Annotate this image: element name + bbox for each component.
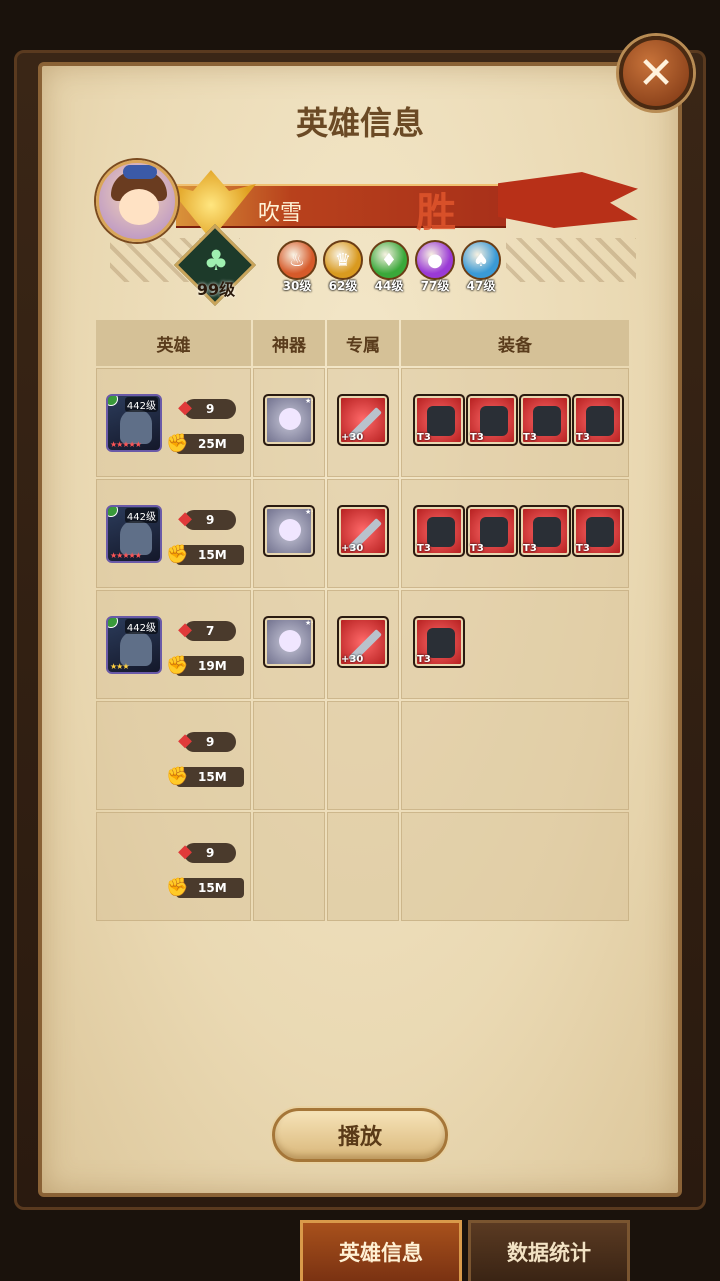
hero-portrait[interactable]: 442级 ★★★ [106,616,162,674]
equipment-tier: T3 [470,432,484,443]
hero-cell [96,812,251,921]
flame-icon: ♨ [277,240,317,280]
equipment-tier: T3 [417,654,431,665]
hero-cell [96,701,251,810]
hero-level: 442级 [124,508,158,523]
faction-level: 30级 [282,279,312,293]
equipment-item[interactable]: T3 [519,394,571,446]
artifact-item[interactable]: ★★★★ [263,616,315,668]
exclusive-item[interactable]: +30 [337,616,389,668]
equipment-tier: T3 [523,543,537,554]
gem-icon: ◆ [178,730,192,751]
crown-icon: ♛ [323,240,363,280]
tree-icon: ♣ [203,244,229,277]
fist-power-icon: ✊ [166,766,189,787]
play-button[interactable]: 播放 [272,1108,448,1162]
equipment-tier: T3 [417,432,431,443]
hero-level: 442级 [124,619,158,634]
equipment-item[interactable]: T3 [572,394,624,446]
tab-hero-info[interactable]: 英雄信息 [300,1220,462,1281]
fist-power-icon: ✊ [166,655,189,676]
faction-level: 77级 [420,279,450,293]
page-title: 英雄信息 [295,104,424,142]
exclusive-item[interactable]: +30 [337,394,389,446]
equipment-item[interactable]: T3 [466,394,518,446]
artifact-item[interactable]: ★★★★ [263,394,315,446]
equipment-item[interactable]: T3 [519,505,571,557]
equipment-tier: T3 [470,543,484,554]
faction-dot-icon [108,507,118,517]
player-level: 99级 [196,280,236,299]
hero-level: 442级 [124,397,158,412]
close-button[interactable]: ✕ [619,36,693,110]
orb-icon: ● [415,240,455,280]
player-avatar[interactable] [96,160,178,242]
equipment-item[interactable]: T3 [413,505,465,557]
leaf-icon: ♦ [369,240,409,280]
gem-icon: ◆ [178,841,192,862]
exclusive-level: +30 [341,654,364,665]
column-header-hero: 英雄 [96,320,251,366]
tab-statistics[interactable]: 数据统计 [468,1220,630,1281]
hero-stars: ★★★★★ [110,440,142,449]
hero-stars: ★★★★★ [110,551,142,560]
artifact-item[interactable]: ★★★★ [263,505,315,557]
column-header-equipment: 装备 [401,320,629,366]
equipment-item[interactable]: T3 [413,394,465,446]
victory-mark: 胜 [416,190,456,236]
equipment-tier: T3 [417,543,431,554]
exclusive-cell [327,701,399,810]
column-header-exclusive: 专属 [327,320,399,366]
crystal-icon: ♠ [461,240,501,280]
banner-pattern-right [506,238,636,282]
exclusive-level: +30 [341,543,364,554]
faction-dot-icon [108,396,118,406]
exclusive-level: +30 [341,432,364,443]
gem-icon: ◆ [178,508,192,529]
equipment-tier: T3 [523,432,537,443]
faction-level: 44级 [374,279,404,293]
fist-power-icon: ✊ [166,544,189,565]
hero-table: 英雄 神器 专属 装备 442级★★★★★★★★★+30T3T3T3T39◆25… [96,320,629,923]
equipment-tier: T3 [576,432,590,443]
equipment-item[interactable]: T3 [413,616,465,668]
hero-stars: ★★★ [110,662,129,671]
column-header-artifact: 神器 [253,320,325,366]
player-name: 吹雪 [258,201,303,226]
fist-power-icon: ✊ [166,877,189,898]
fist-power-icon: ✊ [166,433,189,454]
gem-icon: ◆ [178,397,192,418]
equipment-cell [401,812,629,921]
gem-icon: ◆ [178,619,192,640]
artifact-cell [253,812,325,921]
exclusive-item[interactable]: +30 [337,505,389,557]
faction-level: 47级 [466,279,496,293]
equipment-cell [401,701,629,810]
hero-portrait[interactable]: 442级 ★★★★★ [106,394,162,452]
faction-level: 62级 [328,279,358,293]
faction-dot-icon [108,618,118,628]
artifact-cell [253,701,325,810]
hero-portrait[interactable]: 442级 ★★★★★ [106,505,162,563]
equipment-tier: T3 [576,543,590,554]
equipment-item[interactable]: T3 [466,505,518,557]
equipment-item[interactable]: T3 [572,505,624,557]
exclusive-cell [327,812,399,921]
